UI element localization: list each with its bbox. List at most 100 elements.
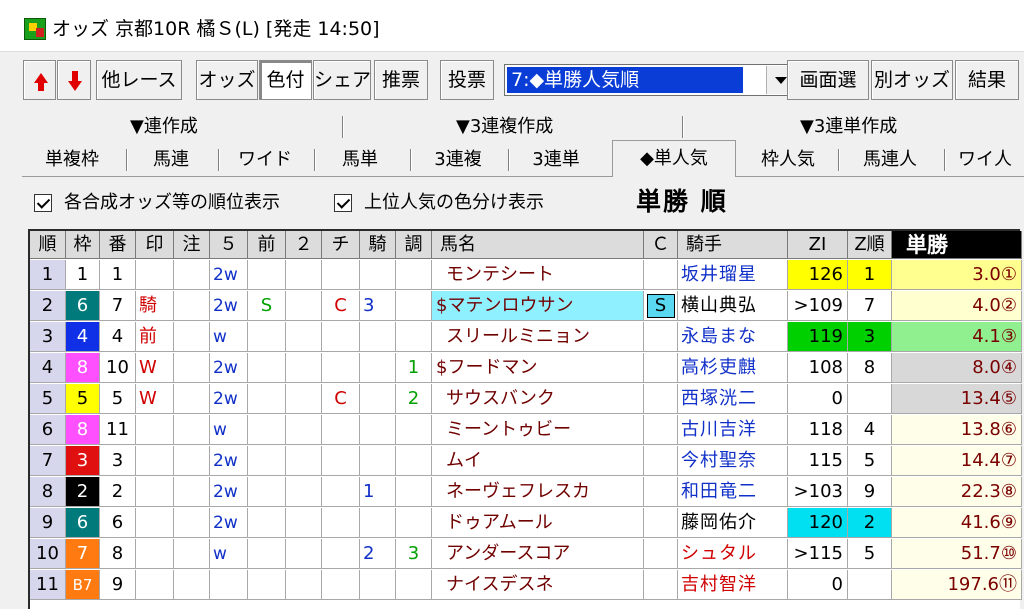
column-header-ki[interactable]: 騎 <box>360 231 396 259</box>
table-row[interactable]: 10 7 8 w 2 3 アンダースコア シュタル >115 5 51.7⑩ <box>30 539 1022 569</box>
tab-tanpuku[interactable]: 単複枠 <box>22 145 122 175</box>
table-row[interactable]: 8 2 2 2w 1 ネーヴェフレスカ 和田竜二 >103 9 22.3⑧ <box>30 477 1022 507</box>
tab-umaren-ninki[interactable]: 馬連人 <box>840 145 940 175</box>
cell-zi: >115 <box>788 539 848 569</box>
odds-button[interactable]: オッズ <box>196 60 258 100</box>
cell-c <box>644 322 678 352</box>
cell-c5: w <box>210 322 248 352</box>
cell-chi <box>322 477 360 507</box>
table-row[interactable]: 9 6 6 2w ドゥアムール 藤岡佑介 120 2 41.6⑨ <box>30 508 1022 538</box>
color-button[interactable]: 色付 <box>259 60 312 100</box>
column-header-chi[interactable]: チ <box>322 231 360 259</box>
color-display-checkbox[interactable] <box>334 194 352 212</box>
divider <box>342 116 344 138</box>
cell-ki: 2 <box>360 539 396 569</box>
column-header-zrank[interactable]: Z順 <box>848 231 892 259</box>
table-row[interactable]: 4 8 10 W 2w 1 $フードマン 高杉吏麒 108 8 8.0④ <box>30 353 1022 383</box>
cell-mark: 騎 <box>136 291 174 321</box>
cell-name: ナイスデスネ <box>432 570 644 600</box>
column-header-num[interactable]: 番 <box>100 231 136 259</box>
cell-num: 7 <box>100 291 136 321</box>
other-race-button[interactable]: 他レース <box>96 60 182 100</box>
cell-name: アンダースコア <box>432 539 644 569</box>
cell-mae <box>248 477 286 507</box>
view-select[interactable]: 7:◆単勝人気順 <box>504 64 796 96</box>
screen-select-button[interactable]: 画面選 <box>787 60 869 100</box>
cell-note <box>174 384 210 414</box>
tab-wide-ninki[interactable]: ワイ人 <box>946 145 1024 175</box>
table-row[interactable]: 11 B7 9 ナイスデスネ 吉村智洋 0 197.6⑪ <box>30 570 1022 600</box>
cell-odds: 14.4⑦ <box>892 446 1022 476</box>
column-header-rank[interactable]: 順 <box>30 231 66 259</box>
tab-group-ren[interactable]: ▼連作成 <box>130 114 198 140</box>
cell-c5: 2w <box>210 508 248 538</box>
cell-c5: w <box>210 415 248 445</box>
tab-group-3renpuku[interactable]: ▼3連複作成 <box>456 114 553 140</box>
cell-chi <box>322 508 360 538</box>
cell-ki <box>360 353 396 383</box>
rank-display-label: 各合成オッズ等の順位表示 <box>64 192 280 213</box>
next-arrow-icon[interactable] <box>57 60 91 100</box>
cell-rank: 5 <box>30 384 66 414</box>
options-bar: 各合成オッズ等の順位表示 上位人気の色分け表示 単勝 順 <box>22 182 1024 224</box>
cell-zi: 0 <box>788 384 848 414</box>
tab-3renpuku[interactable]: 3連複 <box>412 145 504 175</box>
cell-name: スリールミニョン <box>432 322 644 352</box>
recommend-button[interactable]: 推票 <box>374 60 428 100</box>
cell-mark <box>136 508 174 538</box>
table-row[interactable]: 7 3 3 2w ムイ 今村聖奈 115 5 14.4⑦ <box>30 446 1022 476</box>
tab-group-3rentan[interactable]: ▼3連単作成 <box>800 114 897 140</box>
cell-name: モンテシート <box>432 260 644 290</box>
cell-ki <box>360 322 396 352</box>
column-header-mark[interactable]: 印 <box>136 231 174 259</box>
column-header-c5[interactable]: ５ <box>210 231 248 259</box>
table-row[interactable]: 1 1 1 2w モンテシート 坂井瑠星 126 1 3.0① <box>30 260 1022 290</box>
vote-button[interactable]: 投票 <box>440 60 494 100</box>
cell-jockey: シュタル <box>678 539 788 569</box>
prev-arrow-icon[interactable] <box>23 60 56 100</box>
cell-name: サウスバンク <box>432 384 644 414</box>
tab-umaren[interactable]: 馬連 <box>128 145 214 175</box>
column-header-c2[interactable]: ２ <box>286 231 322 259</box>
column-header-odds[interactable]: 単勝 <box>892 231 1022 259</box>
rank-display-checkbox[interactable] <box>34 194 52 212</box>
cell-jockey: 高杉吏麒 <box>678 353 788 383</box>
column-header-mae[interactable]: 前 <box>248 231 286 259</box>
cell-jockey: 坂井瑠星 <box>678 260 788 290</box>
cell-frame: 3 <box>66 446 100 476</box>
table-row[interactable]: 3 4 4 前 w スリールミニョン 永島まな 119 3 4.1③ <box>30 322 1022 352</box>
cell-jockey: 古川吉洋 <box>678 415 788 445</box>
cell-c5: 2w <box>210 291 248 321</box>
result-button[interactable]: 結果 <box>955 60 1019 100</box>
cell-odds: 41.6⑨ <box>892 508 1022 538</box>
tab-wide[interactable]: ワイド <box>220 145 310 175</box>
tab-3rentan[interactable]: 3連単 <box>510 145 602 175</box>
cell-name: ネーヴェフレスカ <box>432 477 644 507</box>
table-row[interactable]: 6 8 11 w ミーントゥビー 古川吉洋 118 4 13.8⑥ <box>30 415 1022 445</box>
cell-c2 <box>286 353 322 383</box>
column-header-jockey[interactable]: 騎手 <box>678 231 788 259</box>
cell-mark: W <box>136 384 174 414</box>
column-header-c[interactable]: Ｃ <box>644 231 678 259</box>
column-header-note[interactable]: 注 <box>174 231 210 259</box>
column-header-frame[interactable]: 枠 <box>66 231 100 259</box>
tab-umatan[interactable]: 馬単 <box>316 145 404 175</box>
cell-zrank: 7 <box>848 291 892 321</box>
cell-num: 2 <box>100 477 136 507</box>
table-row[interactable]: 2 6 7 騎 2w S C 3 $マテンロウサン S 横山典弘 >109 7 4.0② <box>30 291 1022 321</box>
column-header-zi[interactable]: ZI <box>788 231 848 259</box>
table-row[interactable]: 5 5 5 W 2w C 2 サウスバンク 西塚洸二 0 13.4⑤ <box>30 384 1022 414</box>
share-button[interactable]: シェア <box>313 60 371 100</box>
column-header-name[interactable]: 馬名 <box>432 231 644 259</box>
tab-waku-ninki[interactable]: 枠人気 <box>740 145 836 175</box>
cell-c <box>644 353 678 383</box>
view-select-value: 7:◆単勝人気順 <box>507 67 743 93</box>
cell-chi <box>322 570 360 600</box>
column-header-cho[interactable]: 調 <box>396 231 432 259</box>
cell-frame: 1 <box>66 260 100 290</box>
tab-tan-ninki[interactable]: ◆単人気 <box>612 140 736 177</box>
cell-mark <box>136 570 174 600</box>
other-odds-button[interactable]: 別オッズ <box>871 60 953 100</box>
cell-ki: 1 <box>360 477 396 507</box>
cell-note <box>174 539 210 569</box>
